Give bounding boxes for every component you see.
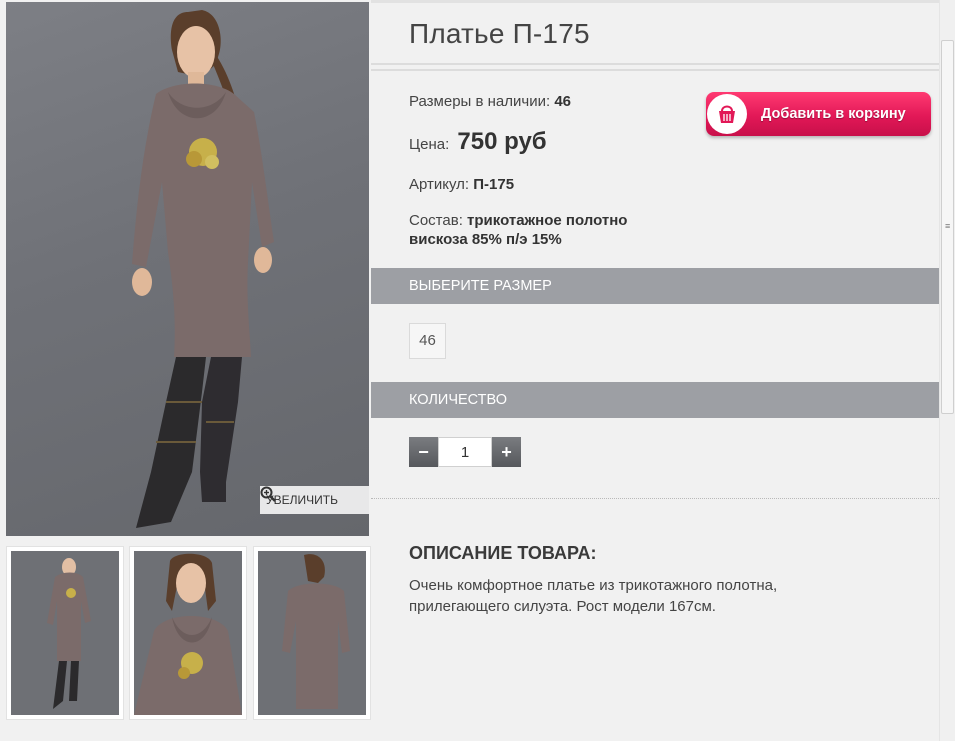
price-label: Цена: [409, 136, 450, 153]
composition-value-line2: вискоза 85% п/э 15% [409, 231, 562, 248]
thumbnail-image-portrait [134, 551, 242, 715]
thumbnail-image-full [11, 551, 119, 715]
description-title: ОПИСАНИЕ ТОВАРА: [409, 543, 597, 563]
zoom-button[interactable]: УВЕЛИЧИТЬ [260, 486, 369, 514]
article: Артикул: П-175 [409, 176, 514, 193]
title-divider [371, 69, 939, 71]
choose-size-header: ВЫБЕРИТЕ РАЗМЕР [371, 268, 939, 304]
quantity-increase-button[interactable]: + [492, 437, 521, 467]
composition-value-line1: трикотажное полотно [467, 212, 628, 229]
model-figure-illustration [132, 10, 274, 528]
vertical-scrollbar[interactable]: ≡ [939, 0, 955, 741]
quantity-header: КОЛИЧЕСТВО [371, 382, 939, 418]
article-value: П-175 [473, 176, 515, 193]
zoom-label: УВЕЛИЧИТЬ [266, 493, 338, 507]
thumbnail-2[interactable] [129, 546, 247, 720]
product-title: Платье П-175 [409, 18, 590, 49]
price: Цена: 750 руб [409, 128, 547, 156]
article-label: Артикул: [409, 176, 470, 193]
magnifier-icon [260, 486, 276, 502]
composition-label: Состав: [409, 212, 463, 229]
product-details-panel: Платье П-175 Размеры в наличии: 46 Цена:… [371, 0, 939, 741]
quantity-stepper: − + [409, 437, 521, 467]
quantity-input[interactable] [438, 437, 492, 467]
description-text: Очень комфортное платье из трикотажного … [409, 577, 778, 615]
quantity-decrease-button[interactable]: − [409, 437, 438, 467]
thumbnail-image-back [258, 551, 366, 715]
title-divider [371, 63, 939, 65]
basket-icon [707, 94, 747, 134]
section-divider [371, 498, 939, 499]
sizes-available: Размеры в наличии: 46 [409, 93, 571, 110]
thumbnail-strip [6, 546, 371, 720]
sizes-label: Размеры в наличии: [409, 93, 551, 110]
scrollbar-grip-icon: ≡ [945, 221, 951, 231]
sizes-value: 46 [554, 93, 571, 110]
top-divider [371, 0, 939, 3]
add-to-cart-label: Добавить в корзину [761, 106, 906, 122]
scrollbar-thumb[interactable]: ≡ [941, 40, 954, 414]
main-product-photo[interactable]: УВЕЛИЧИТЬ [6, 2, 369, 536]
thumbnail-1[interactable] [6, 546, 124, 720]
size-option-46[interactable]: 46 [409, 323, 446, 359]
thumbnail-3[interactable] [253, 546, 371, 720]
price-value: 750 руб [457, 128, 547, 155]
add-to-cart-button[interactable]: Добавить в корзину [706, 92, 931, 136]
composition: Состав: трикотажное полотно вискоза 85% … [409, 211, 627, 249]
